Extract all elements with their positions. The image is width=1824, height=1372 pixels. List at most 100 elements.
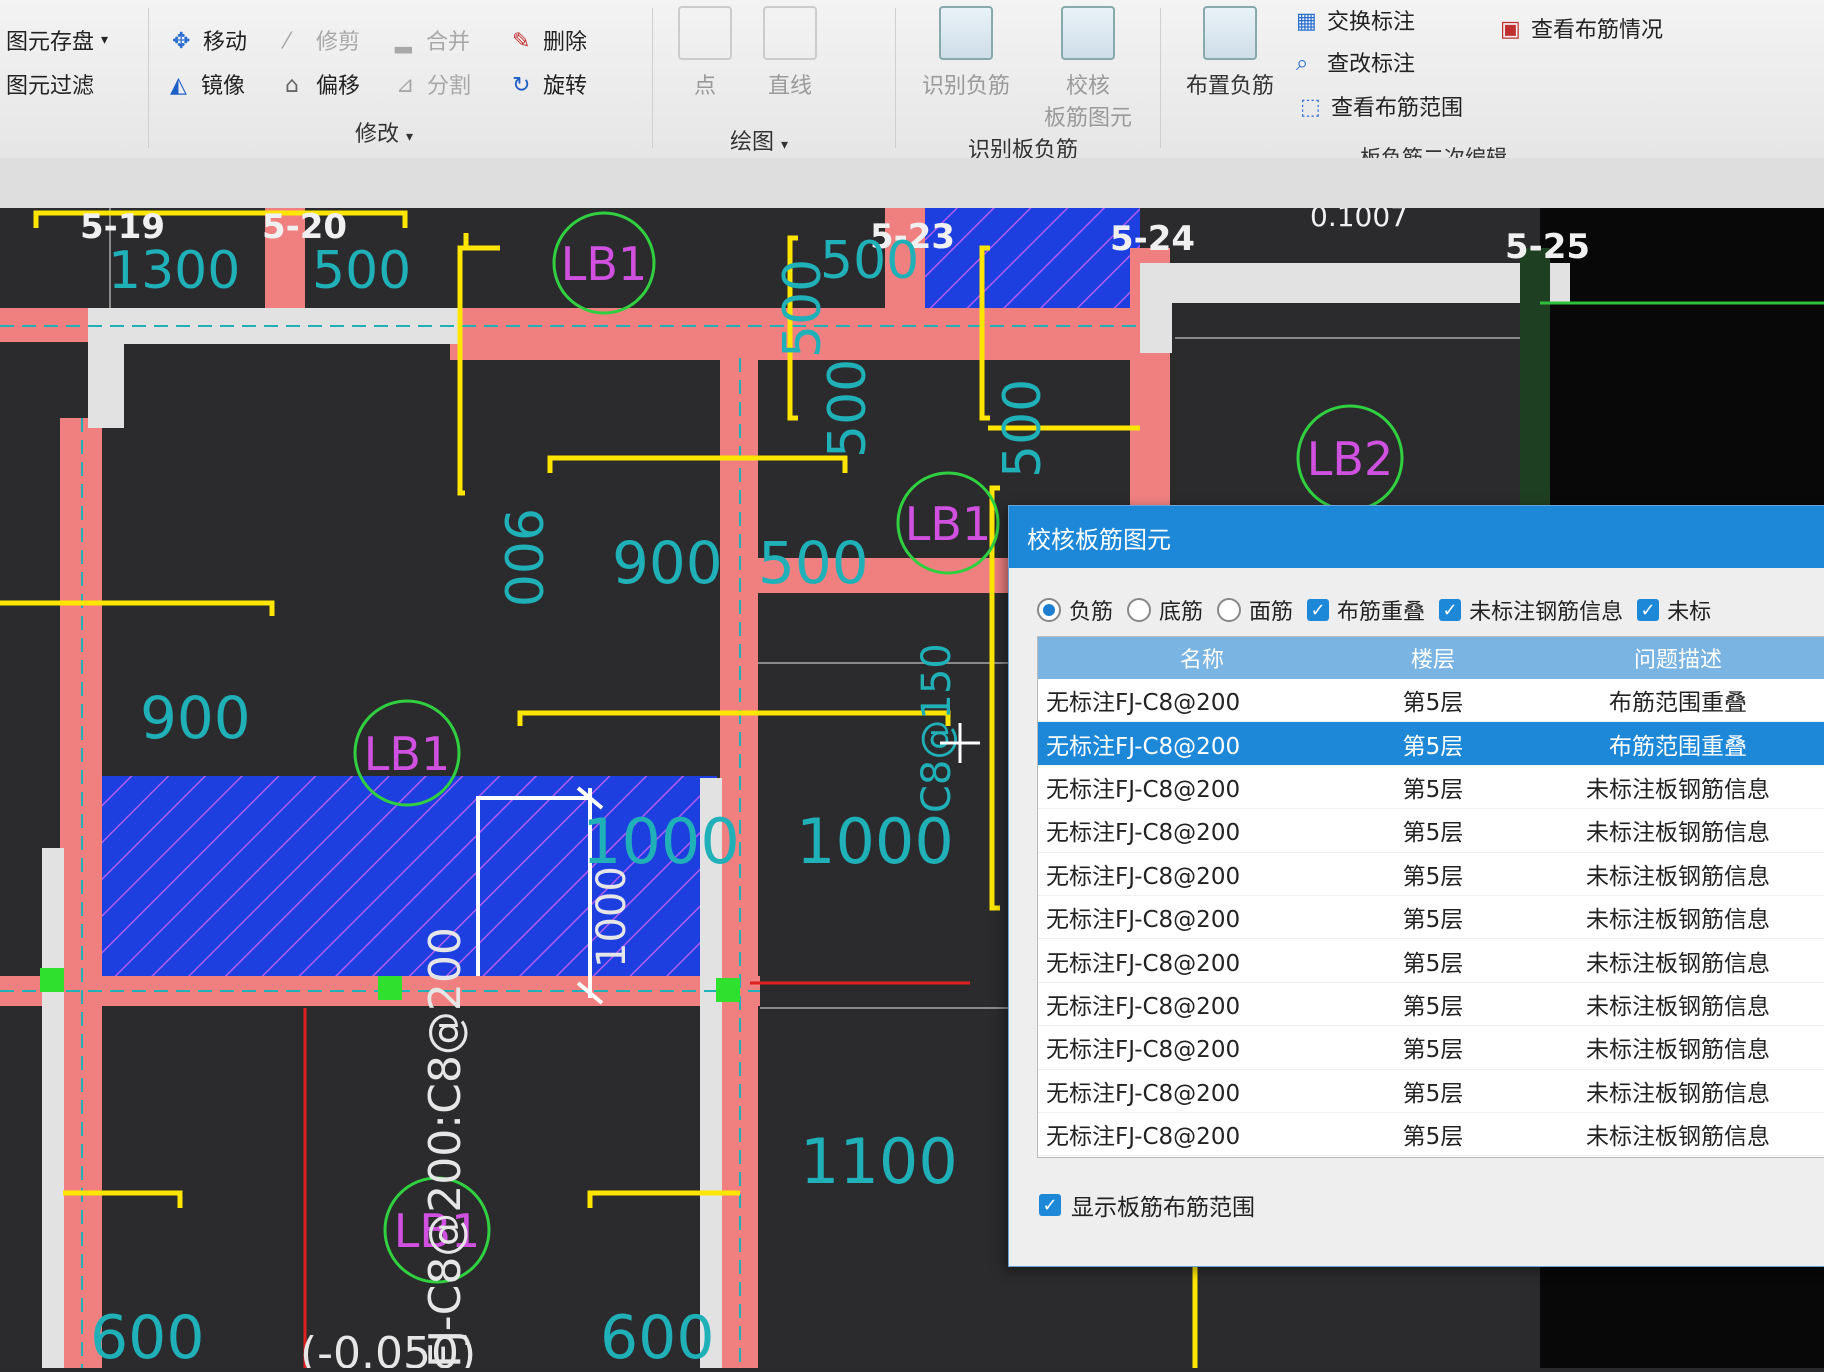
cell-name: 无标注FJ-C8@200 bbox=[1046, 907, 1241, 934]
check-icon bbox=[1061, 6, 1115, 60]
table-row[interactable]: 无标注FJ-C8@200 第5层 未标注板钢筋信息 bbox=[1038, 983, 1824, 1027]
checkbox-unlabeled-other[interactable]: ✓ 未标 bbox=[1637, 594, 1711, 626]
offset-button[interactable]: ⌂ 偏移 bbox=[285, 68, 360, 100]
table-header: 名称 楼层 问题描述 bbox=[1038, 637, 1824, 679]
dimension-text: C8@150 bbox=[914, 643, 960, 813]
inspect-label-button[interactable]: ⌕ 查改标注 bbox=[1296, 46, 1415, 78]
group-label: 修改 bbox=[355, 122, 400, 147]
checkbox-show-range[interactable]: ✓ 显示板筋布筋范围 bbox=[1039, 1188, 1255, 1222]
cell-issue: 未标注板钢筋信息 bbox=[1586, 1037, 1770, 1064]
dimension-text: 500 bbox=[312, 241, 411, 301]
slab-label-text: LB1 bbox=[364, 727, 450, 781]
draw-group-label[interactable]: 绘图 ▾ bbox=[730, 124, 788, 156]
trim-icon: ⁄ bbox=[285, 29, 289, 54]
move-button[interactable]: ✥ 移动 bbox=[172, 24, 247, 56]
cell-issue: 未标注板钢筋信息 bbox=[1586, 907, 1770, 934]
table-row[interactable]: 无标注FJ-C8@200 第5层 未标注板钢筋信息 bbox=[1038, 766, 1824, 810]
checkmark-icon: ✓ bbox=[1307, 599, 1330, 621]
table-row[interactable]: 无标注FJ-C8@200 第5层 未标注板钢筋信息 bbox=[1038, 896, 1824, 940]
table-row[interactable]: 无标注FJ-C8@200 第5层 未标注板钢筋信息 bbox=[1038, 1070, 1824, 1113]
filter-options: 负筋 底筋 面筋 ✓ 布筋重叠 ✓ 未标注钢筋信息 ✓ 未标 bbox=[1009, 568, 1824, 626]
radio-top-rebar[interactable]: 面筋 bbox=[1217, 594, 1293, 626]
check-rebar-button[interactable]: 校核 板筋图元 bbox=[1028, 6, 1148, 132]
dimension-text: 600 bbox=[90, 1303, 205, 1368]
dimension-text: 1100 bbox=[800, 1125, 958, 1198]
column-header-floor[interactable]: 楼层 bbox=[1358, 642, 1508, 674]
cell-issue: 未标注板钢筋信息 bbox=[1586, 1124, 1770, 1151]
cell-issue: 布筋范围重叠 bbox=[1609, 690, 1747, 717]
table-row[interactable]: 无标注FJ-C8@200 第5层 布筋范围重叠 bbox=[1038, 679, 1824, 723]
identify-icon bbox=[939, 6, 993, 60]
identify-rebar-button[interactable]: 识别负筋 bbox=[906, 6, 1026, 100]
table-row[interactable]: 无标注FJ-C8@200 第5层 未标注板钢筋信息 bbox=[1038, 1026, 1824, 1070]
table-row[interactable]: 无标注FJ-C8@200 第5层 未标注板钢筋信息 bbox=[1038, 853, 1824, 896]
chevron-down-icon: ▾ bbox=[101, 32, 109, 48]
place-rebar-button[interactable]: 布置负筋 bbox=[1170, 6, 1290, 100]
radio-label: 底筋 bbox=[1159, 600, 1204, 625]
cell-name: 无标注FJ-C8@200 bbox=[1046, 863, 1241, 890]
check-label-line2: 板筋图元 bbox=[1043, 106, 1132, 131]
view-status-button[interactable]: ▣ 查看布筋情况 bbox=[1500, 12, 1663, 44]
line-label: 直线 bbox=[767, 74, 812, 99]
rotate-icon: ↻ bbox=[512, 73, 531, 98]
table-row[interactable]: 无标注FJ-C8@200 第5层 未标注板钢筋信息 bbox=[1038, 809, 1824, 853]
element-save-button[interactable]: 图元存盘 ▾ bbox=[6, 24, 108, 56]
view-range-button[interactable]: ⬚ 查看布筋范围 bbox=[1300, 90, 1463, 122]
axis-label: 5-24 bbox=[1110, 219, 1195, 259]
table-row[interactable]: 无标注FJ-C8@200 第5层 未标注板钢筋信息 bbox=[1038, 939, 1824, 983]
slab-label-text: LB1 bbox=[905, 497, 991, 551]
checkmark-icon: ✓ bbox=[1439, 599, 1462, 621]
delete-button[interactable]: ✎ 删除 bbox=[512, 24, 587, 56]
table-row[interactable]: 无标注FJ-C8@200 第5层 布筋范围重叠 bbox=[1038, 722, 1824, 766]
toolbar-strip bbox=[0, 158, 1824, 209]
column-header-issue[interactable]: 问题描述 bbox=[1508, 642, 1824, 674]
rotate-label: 旋转 bbox=[543, 74, 588, 99]
move-label: 移动 bbox=[203, 30, 248, 55]
eraser-icon: ✎ bbox=[512, 29, 531, 54]
rebar-annotation[interactable]: FJ-C8@200:C8@200 bbox=[420, 927, 471, 1368]
checkbox-unlabeled-info[interactable]: ✓ 未标注钢筋信息 bbox=[1439, 594, 1623, 626]
chevron-down-icon: ▾ bbox=[406, 129, 414, 145]
cell-name: 无标注FJ-C8@200 bbox=[1046, 1124, 1241, 1151]
dialog-title-bar[interactable]: 校核板筋图元 bbox=[1009, 506, 1824, 568]
radio-bottom-rebar[interactable]: 底筋 bbox=[1127, 594, 1203, 626]
cell-floor: 第5层 bbox=[1402, 820, 1464, 847]
column-header-name[interactable]: 名称 bbox=[1038, 642, 1358, 674]
swap-label: 交换标注 bbox=[1327, 10, 1416, 35]
mirror-button[interactable]: ◭ 镜像 bbox=[170, 68, 245, 100]
draw-line-button[interactable]: 直线 bbox=[730, 6, 850, 100]
status-icon: ▣ bbox=[1500, 17, 1521, 42]
cell-floor: 第5层 bbox=[1402, 863, 1464, 890]
place-rebar-icon bbox=[1203, 6, 1257, 60]
table-row[interactable]: 无标注FJ-C8@200 第5层 未标注板钢筋信息 bbox=[1038, 1113, 1824, 1157]
cell-name: 无标注FJ-C8@200 bbox=[1046, 950, 1241, 977]
dialog-title: 校核板筋图元 bbox=[1027, 525, 1171, 554]
radio-negative-rebar[interactable]: 负筋 bbox=[1037, 594, 1113, 626]
line-icon bbox=[763, 6, 817, 60]
view-status-label: 查看布筋情况 bbox=[1531, 18, 1664, 43]
checkmark-icon: ✓ bbox=[1637, 599, 1660, 621]
cell-name: 无标注FJ-C8@200 bbox=[1046, 820, 1241, 847]
merge-button[interactable]: ▂ 合并 bbox=[395, 24, 470, 56]
cell-name: 无标注FJ-C8@200 bbox=[1046, 776, 1241, 803]
place-label: 布置负筋 bbox=[1185, 74, 1274, 99]
rebar-length-text: 1000 bbox=[589, 866, 635, 968]
dimension-text: 500 bbox=[758, 529, 869, 597]
axis-label: 5-25 bbox=[1505, 227, 1590, 267]
rotate-button[interactable]: ↻ 旋转 bbox=[512, 68, 587, 100]
trim-button[interactable]: ⁄ 修剪 bbox=[285, 24, 360, 56]
swap-label-button[interactable]: ▦ 交换标注 bbox=[1296, 4, 1415, 36]
checkbox-overlap[interactable]: ✓ 布筋重叠 bbox=[1307, 594, 1425, 626]
dimension-text: 600 bbox=[600, 1303, 715, 1368]
cell-issue: 未标注板钢筋信息 bbox=[1586, 820, 1770, 847]
dimension-text: 900 bbox=[492, 508, 552, 607]
elevation-text: (-0.050) bbox=[300, 1328, 476, 1368]
dimension-text: 1000 bbox=[796, 805, 954, 878]
radio-label: 负筋 bbox=[1069, 600, 1114, 625]
modify-group-label[interactable]: 修改 ▾ bbox=[355, 116, 413, 148]
element-filter-button[interactable]: 图元过滤 bbox=[6, 68, 94, 100]
ribbon-toolbar: 图元存盘 ▾ 图元过滤 ✥ 移动 ⁄ 修剪 ▂ 合并 ✎ 删除 ◭ 镜像 ⌂ 偏移 ⊿ 分割 ↻… bbox=[0, 0, 1824, 170]
split-button[interactable]: ⊿ 分割 bbox=[396, 68, 471, 100]
dimension-text: 500 bbox=[820, 231, 919, 291]
point-icon bbox=[678, 6, 732, 60]
